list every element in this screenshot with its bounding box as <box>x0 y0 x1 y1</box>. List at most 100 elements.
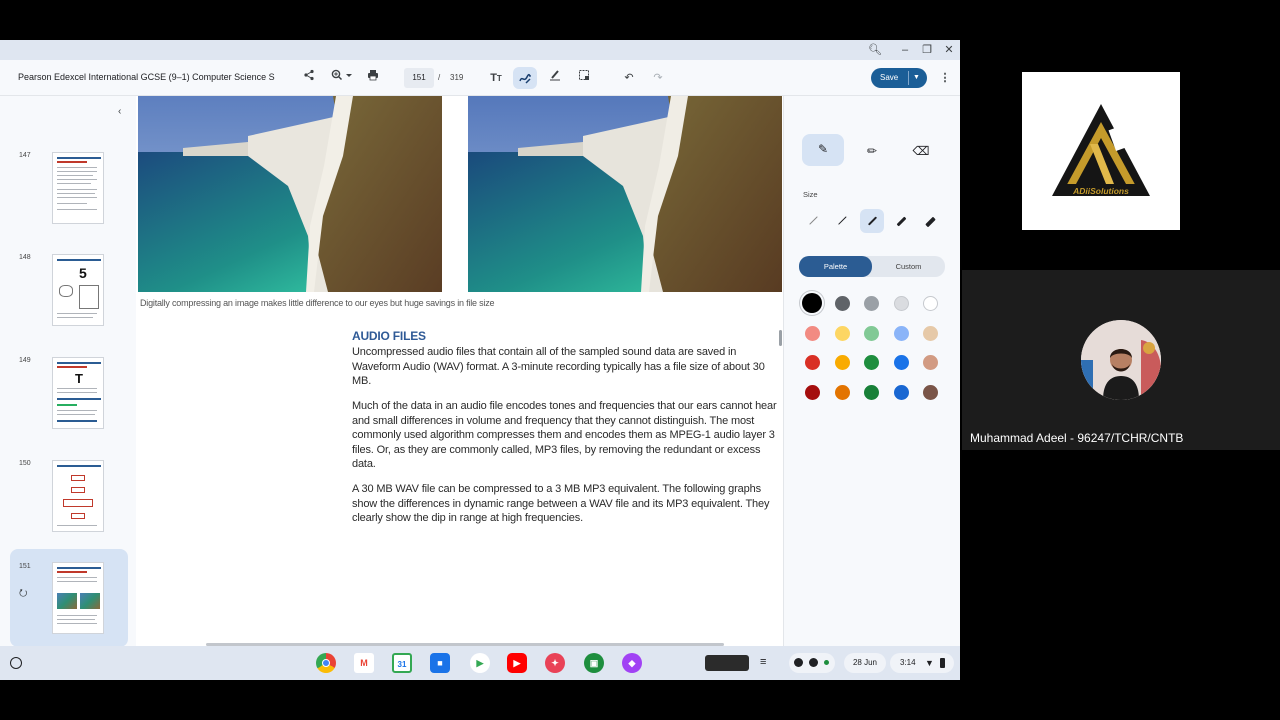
play-store-icon[interactable]: ▶ <box>470 653 490 673</box>
page-number-input[interactable]: 151 <box>404 68 434 88</box>
color-swatch[interactable] <box>893 384 909 400</box>
eraser-icon[interactable]: ⌫ <box>906 136 936 166</box>
color-swatch[interactable] <box>834 296 850 311</box>
save-button[interactable]: Save ▼ <box>871 68 927 88</box>
classroom-icon[interactable]: ▣ <box>584 653 604 673</box>
canvas-app-icon[interactable]: ✦ <box>545 653 565 673</box>
files-icon[interactable]: ■ <box>430 653 450 673</box>
color-swatch[interactable] <box>864 384 879 400</box>
share-icon[interactable] <box>299 69 319 87</box>
color-swatch[interactable] <box>805 355 820 370</box>
close-icon[interactable]: ✕ <box>942 43 956 57</box>
page-thumbnail[interactable]: T <box>52 357 104 429</box>
date-display[interactable]: 28 Jun <box>844 653 886 673</box>
color-swatch[interactable] <box>893 296 909 311</box>
vertical-scrollbar[interactable] <box>779 330 782 346</box>
os-shelf: M 31 ■ ▶ ▶ ✦ ▣ ◆ ≡ 28 Jun 3:14 ▼ <box>0 646 960 680</box>
total-pages: 319 <box>450 73 464 82</box>
color-swatch[interactable] <box>805 384 820 400</box>
window-title-bar: 🔍︎ – ❐ ✕ <box>0 40 960 60</box>
color-swatch[interactable] <box>834 355 850 370</box>
sponsor-logo-card: ADiiSolutions <box>1022 72 1180 230</box>
save-button-label: Save <box>880 73 899 82</box>
section-heading: AUDIO FILES <box>352 329 426 343</box>
maximize-icon[interactable]: ❐ <box>920 43 934 57</box>
screen-capture-icon[interactable] <box>705 655 749 671</box>
color-swatch[interactable] <box>864 296 879 311</box>
thumbnail-page-number: 151 <box>19 563 31 570</box>
launcher-icon[interactable] <box>10 657 22 669</box>
pdf-app-icon[interactable]: ◆ <box>622 653 642 673</box>
select-area-icon[interactable] <box>574 69 594 87</box>
adiisolutions-logo: ADiiSolutions <box>1052 104 1150 196</box>
color-swatch[interactable] <box>893 355 909 370</box>
color-swatch[interactable] <box>923 296 938 311</box>
status-pod[interactable] <box>789 653 835 673</box>
size-3-button[interactable] <box>860 209 884 233</box>
minimize-icon[interactable]: – <box>898 43 912 57</box>
thumbnail-page-number: 147 <box>19 152 31 159</box>
color-swatch[interactable] <box>834 325 850 341</box>
image-caption: Digitally compressing an image makes lit… <box>140 298 495 308</box>
color-swatch[interactable] <box>923 384 938 400</box>
page-separator: / <box>438 73 441 82</box>
pen-tool-icon[interactable]: ✎ <box>802 134 844 166</box>
size-label: Size <box>803 190 818 199</box>
color-tabs: Palette Custom <box>799 256 945 277</box>
size-5-button[interactable] <box>918 209 942 233</box>
color-swatch[interactable] <box>834 384 850 400</box>
tote-icon[interactable]: ≡ <box>760 656 766 668</box>
cliff-photo-compressed <box>468 96 782 292</box>
print-icon[interactable] <box>363 69 383 87</box>
svg-text:ADiiSolutions: ADiiSolutions <box>1072 186 1129 196</box>
document-page: Digitally compressing an image makes lit… <box>136 96 783 646</box>
pdf-toolbar: Pearson Edexcel International GCSE (9–1)… <box>0 60 960 96</box>
system-tray[interactable]: 3:14 ▼ <box>890 653 954 673</box>
size-2-button[interactable] <box>830 209 854 233</box>
clock-time: 3:14 <box>900 658 916 667</box>
tab-custom[interactable]: Custom <box>872 256 945 277</box>
color-swatch[interactable] <box>864 355 879 370</box>
thumbnail-page-number: 149 <box>19 357 31 364</box>
zoom-icon[interactable]: 🔍︎ <box>868 43 882 57</box>
page-thumbnail[interactable]: 5 <box>52 254 104 326</box>
chrome-icon[interactable] <box>316 653 336 673</box>
battery-icon <box>940 658 945 668</box>
thumbnail-sidebar: ‹ 147 148 5 149 T 150 151 ⭮ <box>0 96 136 656</box>
page-thumbnail[interactable] <box>52 152 104 224</box>
size-1-button[interactable] <box>801 209 825 233</box>
color-swatch[interactable] <box>893 325 909 341</box>
color-swatch[interactable] <box>802 293 822 313</box>
wifi-icon: ▼ <box>925 658 934 668</box>
paragraph: Much of the data in an audio file encode… <box>352 400 777 470</box>
youtube-icon[interactable]: ▶ <box>507 653 527 673</box>
color-swatch[interactable] <box>864 325 879 341</box>
collapse-sidebar-icon[interactable]: ‹ <box>118 106 121 117</box>
color-swatch[interactable] <box>923 325 938 341</box>
presenter-name: Muhammad Adeel - 96247/TCHR/CNTB <box>970 431 1184 445</box>
page-thumbnail[interactable] <box>52 460 104 532</box>
save-dropdown-icon[interactable]: ▼ <box>913 68 920 88</box>
color-swatch[interactable] <box>805 325 820 341</box>
draw-tool-icon[interactable] <box>513 67 537 89</box>
page-thumbnail-current[interactable] <box>52 562 104 634</box>
highlighter-icon[interactable]: ✏ <box>857 136 887 166</box>
thumbnail-page-number: 148 <box>19 254 31 261</box>
paragraph: A 30 MB WAV file can be compressed to a … <box>352 483 770 524</box>
undo-icon[interactable]: ↶ <box>619 69 639 87</box>
cliff-photo-original <box>138 96 442 292</box>
calendar-icon[interactable]: 31 <box>392 653 412 673</box>
tab-palette[interactable]: Palette <box>799 256 872 277</box>
highlighter-tool-icon[interactable] <box>545 69 565 87</box>
more-options-icon[interactable]: ⋮ <box>935 69 955 87</box>
color-swatch[interactable] <box>923 355 938 370</box>
gmail-icon[interactable]: M <box>354 653 374 673</box>
text-tool-icon[interactable]: TT <box>486 69 506 87</box>
zoom-menu-icon[interactable] <box>328 69 356 87</box>
presenter-avatar <box>1081 320 1161 400</box>
annotation-panel: ✎ ✏ ⌫ Size Palette Custom <box>783 96 960 646</box>
redo-icon[interactable]: ↷ <box>648 69 668 87</box>
sync-icon: ⭮ <box>19 588 28 599</box>
size-4-button[interactable] <box>889 209 913 233</box>
paragraph: Uncompressed audio files that contain al… <box>352 346 765 387</box>
